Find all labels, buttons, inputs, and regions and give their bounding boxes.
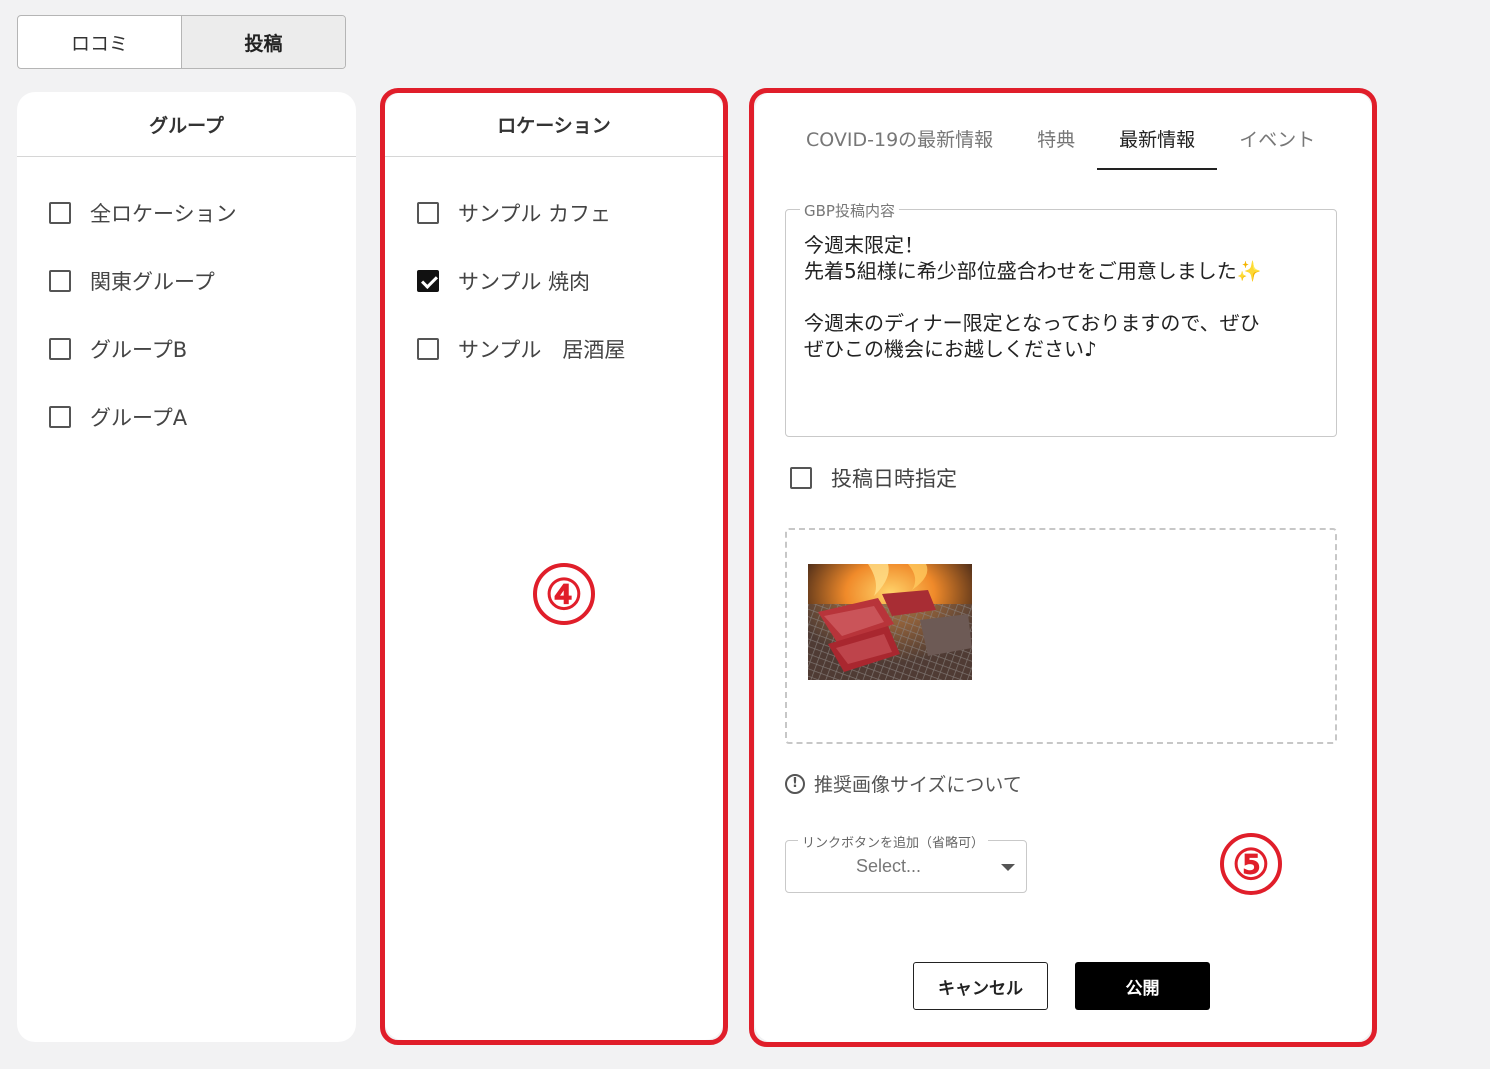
image-thumbnail[interactable] [808, 564, 972, 680]
focus-halo [401, 254, 455, 308]
checkbox[interactable] [790, 467, 812, 489]
checkbox[interactable] [49, 406, 71, 428]
checkbox[interactable] [49, 270, 71, 292]
group-item-all-locations[interactable]: 全ロケーション [49, 179, 356, 247]
checkbox-checked[interactable] [401, 254, 455, 308]
group-item-kanto[interactable]: 関東グループ [49, 247, 356, 315]
post-line-1: 今週末限定！ [804, 233, 924, 257]
group-panel: グループ 全ロケーション 関東グループ グループB グループA [17, 92, 356, 1042]
location-item-label: サンプル 焼肉 [458, 270, 591, 294]
group-item-label: グループB [90, 338, 188, 362]
location-list: サンプル カフェ サンプル 焼肉 サンプル 居酒屋 [385, 157, 723, 383]
location-item-yakiniku[interactable]: サンプル 焼肉 [401, 247, 723, 315]
info-icon: ! [785, 773, 805, 794]
link-button-label: リンクボタンを追加（省略可） [798, 832, 989, 851]
post-line-3: 今週末のディナー限定となっておりますので、ぜひ [804, 311, 1260, 335]
group-panel-title: グループ [17, 92, 356, 157]
checkbox[interactable] [417, 202, 439, 224]
group-item-label: 関東グループ [90, 270, 215, 294]
link-button-select[interactable]: リンクボタンを追加（省略可） Select... [785, 832, 1027, 893]
caret-down-icon [1001, 864, 1015, 871]
group-item-group-b[interactable]: グループB [49, 315, 356, 383]
schedule-toggle[interactable]: 投稿日時指定 [790, 463, 957, 493]
cancel-button[interactable]: キャンセル [913, 962, 1048, 1010]
annotation-marker-5: ⑤ [1220, 833, 1282, 895]
location-item-label: サンプル 居酒屋 [458, 338, 626, 362]
sparkles-icon: ✨ [1236, 259, 1262, 283]
checkbox[interactable] [417, 338, 439, 360]
group-item-label: 全ロケーション [90, 202, 237, 226]
tab-offer[interactable]: 特典 [1015, 108, 1097, 168]
location-item-label: サンプル カフェ [458, 202, 612, 226]
post-line-2: 先着5組様に希少部位盛合わせをご用意しました [804, 259, 1237, 283]
annotation-marker-4: ④ [533, 563, 595, 625]
grilled-meat-photo-icon [808, 564, 972, 680]
mode-switch: ロコミ 投稿 [17, 15, 346, 69]
tab-whats-new[interactable]: 最新情報 [1097, 108, 1218, 170]
link-button-placeholder: Select... [856, 856, 922, 876]
recommended-size-label: 推奨画像サイズについて [814, 774, 1022, 796]
image-dropzone[interactable] [785, 528, 1337, 744]
recommended-size-link[interactable]: ! 推奨画像サイズについて [785, 770, 1022, 797]
publish-button[interactable]: 公開 [1075, 962, 1210, 1010]
post-content-textarea[interactable]: GBP投稿内容 今週末限定！ 先着5組様に希少部位盛合わせをご用意しました✨ 今… [785, 200, 1337, 437]
group-item-label: グループA [90, 406, 188, 430]
tab-reviews[interactable]: ロコミ [18, 16, 181, 68]
location-panel-title: ロケーション [385, 92, 723, 157]
schedule-label: 投稿日時指定 [831, 467, 957, 491]
post-line-4: ぜひこの機会にお越しください♪ [804, 337, 1097, 361]
tab-posts[interactable]: 投稿 [181, 16, 345, 68]
group-list: 全ロケーション 関東グループ グループB グループA [17, 157, 356, 451]
checkbox[interactable] [49, 338, 71, 360]
post-content-text: 今週末限定！ 先着5組様に希少部位盛合わせをご用意しました✨ 今週末のディナー限… [804, 232, 1314, 362]
tab-covid-update[interactable]: COVID-19の最新情報 [790, 108, 1015, 168]
location-item-cafe[interactable]: サンプル カフェ [417, 179, 723, 247]
tab-event[interactable]: イベント [1217, 108, 1337, 168]
checkbox[interactable] [49, 202, 71, 224]
post-content-label: GBP投稿内容 [800, 200, 899, 221]
location-item-izakaya[interactable]: サンプル 居酒屋 [417, 315, 723, 383]
group-item-group-a[interactable]: グループA [49, 383, 356, 451]
post-type-tabs: COVID-19の最新情報 特典 最新情報 イベント [790, 108, 1337, 170]
